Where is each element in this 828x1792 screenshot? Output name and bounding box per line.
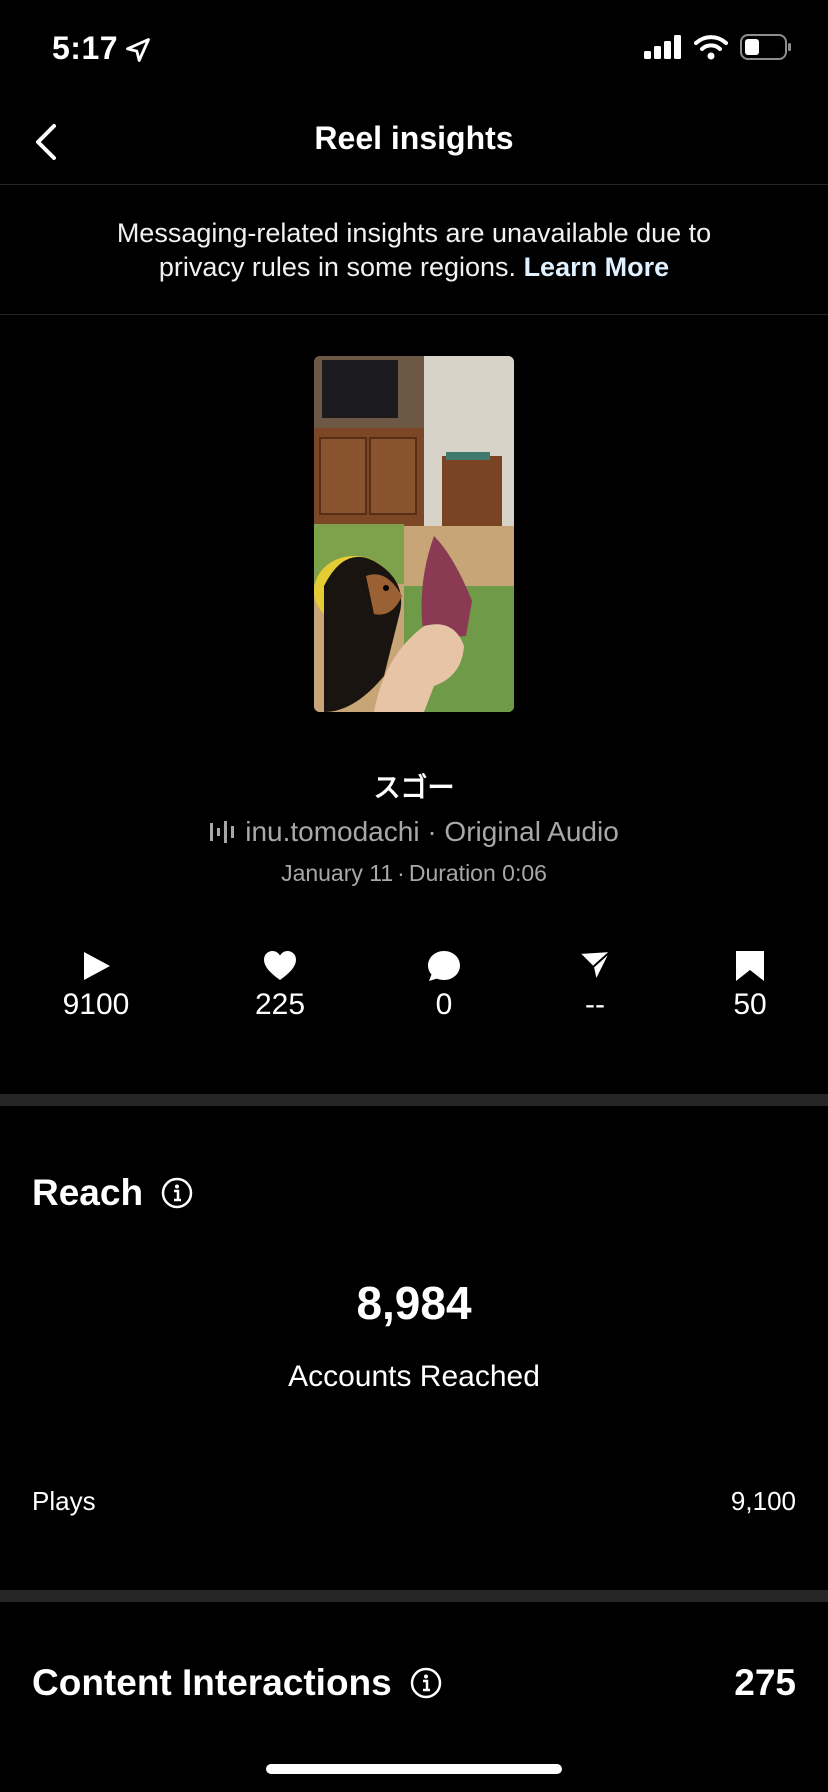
metric-saves: 50 — [690, 950, 810, 1022]
content-interactions-section-title: Content Interactions — [32, 1662, 442, 1704]
audio-waveform-icon — [210, 821, 235, 843]
heart-icon — [264, 951, 296, 980]
home-indicator[interactable] — [266, 1764, 562, 1774]
status-bar: 5:17 — [0, 0, 828, 100]
content-interactions-title: Content Interactions — [32, 1662, 392, 1703]
audio-link[interactable]: inu.tomodachi · Original Audio — [0, 816, 828, 848]
status-indicators — [644, 34, 792, 60]
privacy-notice: Messaging-related insights are unavailab… — [0, 184, 828, 315]
bookmark-icon — [736, 951, 764, 981]
metric-saves-value: 50 — [733, 988, 767, 1021]
reel-thumbnail-image — [314, 356, 514, 712]
section-divider — [0, 1094, 828, 1106]
metric-likes-value: 225 — [254, 988, 306, 1021]
reel-title: スゴー — [373, 773, 455, 804]
info-icon[interactable] — [161, 1177, 193, 1209]
reel-thumbnail[interactable] — [314, 356, 514, 712]
cellular-signal-icon — [644, 35, 681, 59]
plays-label: Plays — [32, 1486, 96, 1516]
privacy-notice-text: Messaging-related insights are unavailab… — [80, 216, 748, 284]
battery-icon — [740, 34, 791, 60]
accounts-reached-label: Accounts Reached — [288, 1360, 540, 1393]
content-interactions-value: 275 — [734, 1662, 796, 1703]
reel-duration: Duration 0:06 — [408, 860, 547, 886]
metrics-row: 9100 225 0 -- 50 — [0, 950, 828, 1050]
reach-title: Reach — [32, 1172, 144, 1213]
metric-shares-value: -- — [585, 988, 605, 1021]
reel-meta: January 11 · Duration 0:06 — [281, 860, 547, 886]
metric-shares: -- — [535, 950, 655, 1022]
accounts-reached-value: 8,984 — [356, 1277, 472, 1329]
learn-more-link[interactable]: Learn More — [524, 252, 670, 282]
reel-date: January 11 — [281, 860, 394, 886]
audio-label: inu.tomodachi · Original Audio — [245, 816, 619, 847]
metric-likes: 225 — [220, 950, 340, 1022]
metric-plays-value: 9100 — [62, 988, 130, 1021]
plays-value: 9,100 — [730, 1486, 796, 1516]
metric-comments: 0 — [384, 950, 504, 1022]
plays-row: Plays 9,100 — [32, 1486, 796, 1517]
share-icon — [578, 950, 612, 982]
wifi-icon — [694, 35, 728, 60]
comment-icon — [428, 951, 460, 981]
page-title: Reel insights — [314, 120, 514, 156]
section-divider — [0, 1590, 828, 1602]
info-icon[interactable] — [410, 1667, 442, 1699]
status-time: 5:17 — [52, 30, 119, 66]
nav-bar: Reel insights — [0, 100, 828, 185]
metric-plays: 9100 — [36, 950, 156, 1022]
play-icon — [84, 952, 110, 980]
reach-section-title: Reach — [32, 1172, 193, 1214]
metric-comments-value: 0 — [435, 988, 453, 1021]
location-arrow-icon — [126, 38, 150, 62]
